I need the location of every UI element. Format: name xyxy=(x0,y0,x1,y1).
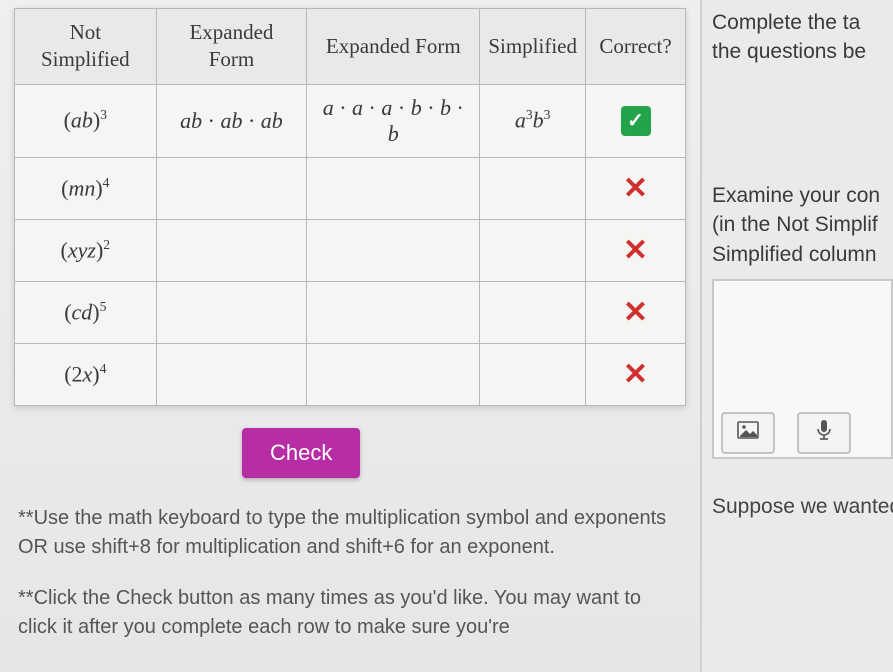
instr-line-3: Suppose we wanted to xyxy=(712,495,893,519)
cell-not-simplified: (xyz)2 xyxy=(15,219,157,281)
tool-row xyxy=(711,406,861,460)
table-row: (ab)3ab · ab · aba · a · a · b · b · ba3… xyxy=(15,84,686,157)
x-icon: ✕ xyxy=(623,172,648,205)
hint-check: **Click the Check button as many times a… xyxy=(18,584,682,642)
instr-line-2: Examine your con (in the Not Simplif Sim… xyxy=(712,181,893,269)
cell-correct: ✕ xyxy=(586,157,686,219)
col-simplified: Simplified xyxy=(480,9,586,85)
instr-text: Examine your con xyxy=(712,184,880,207)
cell-correct: ✕ xyxy=(586,343,686,405)
cell-expanded-1[interactable]: ab · ab · ab xyxy=(156,84,307,157)
answer-textarea[interactable] xyxy=(712,279,893,459)
check-icon: ✓ xyxy=(621,106,651,136)
insert-image-button[interactable] xyxy=(721,412,775,454)
table-row: (xyz)2 ✕ xyxy=(15,219,686,281)
cell-expanded-1[interactable] xyxy=(156,219,307,281)
instr-text: Complete the ta xyxy=(712,11,860,34)
cell-not-simplified: (2x)4 xyxy=(15,343,157,405)
cell-not-simplified: (mn)4 xyxy=(15,157,157,219)
cell-expanded-2[interactable] xyxy=(307,343,480,405)
x-icon: ✕ xyxy=(623,234,648,267)
instr-text: the questions be xyxy=(712,40,866,63)
cell-simplified[interactable]: a3b3 xyxy=(480,84,586,157)
voice-input-button[interactable] xyxy=(797,412,851,454)
cell-not-simplified: (ab)3 xyxy=(15,84,157,157)
cell-correct: ✕ xyxy=(586,219,686,281)
table-body: (ab)3ab · ab · aba · a · a · b · b · ba3… xyxy=(15,84,686,405)
mic-icon xyxy=(816,419,832,447)
table-row: (cd)5 ✕ xyxy=(15,281,686,343)
cell-expanded-2[interactable] xyxy=(307,281,480,343)
x-icon: ✕ xyxy=(623,296,648,329)
cell-simplified[interactable] xyxy=(480,157,586,219)
instr-line-1: Complete the ta the questions be xyxy=(712,8,893,67)
cell-expanded-1[interactable] xyxy=(156,281,307,343)
check-button[interactable]: Check xyxy=(242,428,360,478)
col-expanded-2: Expanded Form xyxy=(307,9,480,85)
col-correct: Correct? xyxy=(586,9,686,85)
exponent-table: Not Simplified Expanded Form Expanded Fo… xyxy=(14,8,686,406)
col-not-simplified: Not Simplified xyxy=(15,9,157,85)
table-header-row: Not Simplified Expanded Form Expanded Fo… xyxy=(15,9,686,85)
cell-simplified[interactable] xyxy=(480,219,586,281)
cell-expanded-2[interactable] xyxy=(307,219,480,281)
col-expanded-1: Expanded Form xyxy=(156,9,307,85)
cell-expanded-2[interactable]: a · a · a · b · b · b xyxy=(307,84,480,157)
x-icon: ✕ xyxy=(623,358,648,391)
instructions-panel: Complete the ta the questions be Examine… xyxy=(700,0,893,672)
instr-text: Simplified column xyxy=(712,243,877,266)
table-row: (mn)4 ✕ xyxy=(15,157,686,219)
cell-correct: ✓ xyxy=(586,84,686,157)
cell-simplified[interactable] xyxy=(480,343,586,405)
image-icon xyxy=(737,421,759,445)
cell-correct: ✕ xyxy=(586,281,686,343)
table-row: (2x)4 ✕ xyxy=(15,343,686,405)
cell-expanded-2[interactable] xyxy=(307,157,480,219)
cell-not-simplified: (cd)5 xyxy=(15,281,157,343)
worksheet-panel: Not Simplified Expanded Form Expanded Fo… xyxy=(0,0,700,672)
cell-expanded-1[interactable] xyxy=(156,343,307,405)
hint-keyboard: **Use the math keyboard to type the mult… xyxy=(18,504,682,562)
instr-text: (in the Not Simplif xyxy=(712,213,878,236)
cell-simplified[interactable] xyxy=(480,281,586,343)
cell-expanded-1[interactable] xyxy=(156,157,307,219)
